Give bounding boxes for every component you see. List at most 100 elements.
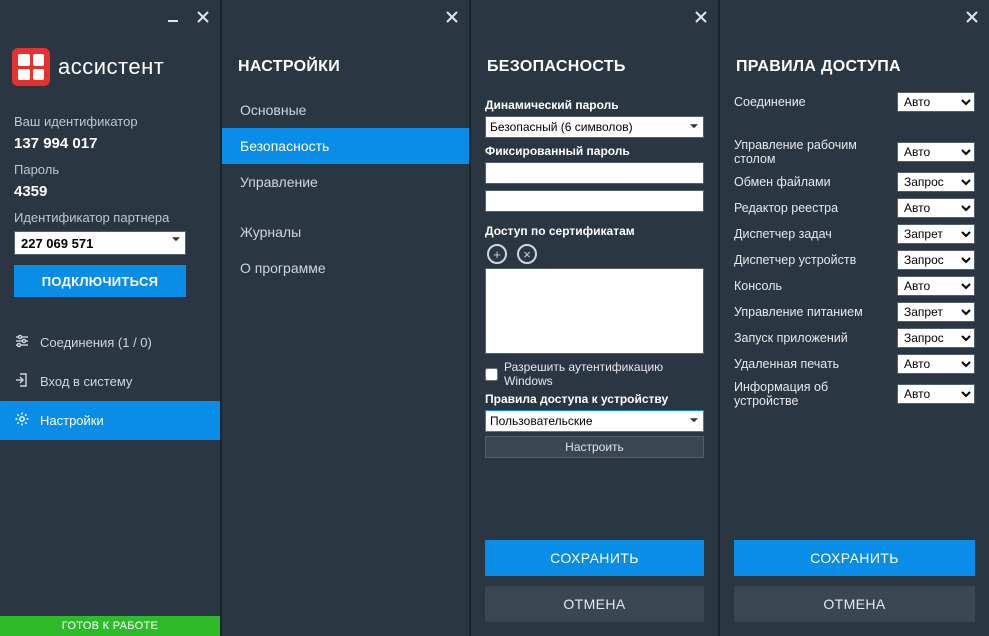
rule-select[interactable]: АвтоЗапросЗапрет (897, 354, 975, 374)
menu-item-label: Вход в систему (40, 374, 132, 389)
rule-select[interactable]: АвтоЗапросЗапрет (897, 302, 975, 322)
remove-certificate-icon[interactable]: × (517, 244, 537, 264)
rule-label: Консоль (734, 279, 891, 293)
rules-actions: СОХРАНИТЬ ОТМЕНА (720, 540, 989, 636)
settings-title: НАСТРОЙКИ (222, 34, 469, 92)
save-button[interactable]: СОХРАНИТЬ (485, 540, 704, 576)
password-value: 4359 (14, 183, 206, 200)
menu-item-connections[interactable]: Соединения (1 / 0) (0, 323, 220, 362)
rules-list: Соединение АвтоЗапросЗапрет Управление р… (720, 92, 989, 540)
add-certificate-icon[interactable]: + (487, 244, 507, 264)
device-rules-select[interactable]: Пользовательские (485, 410, 704, 432)
gear-icon (14, 411, 30, 430)
main-panel: ассистент Ваш идентификатор 137 994 017 … (0, 0, 220, 636)
rule-label: Редактор реестра (734, 201, 891, 215)
settings-item-logs[interactable]: Журналы (222, 214, 469, 250)
certificates-label: Доступ по сертификатам (485, 224, 704, 238)
connect-button[interactable]: ПОДКЛЮЧИТЬСЯ (14, 265, 186, 297)
rule-select[interactable]: АвтоЗапросЗапрет (897, 224, 975, 244)
menu-item-label: Соединения (1 / 0) (40, 335, 152, 350)
rule-label: Управление питанием (734, 305, 891, 319)
main-info: Ваш идентификатор 137 994 017 Пароль 435… (0, 96, 220, 305)
rule-label: Обмен файлами (734, 175, 891, 189)
device-rules-label: Правила доступа к устройству (485, 392, 704, 406)
settings-item-about[interactable]: О программе (222, 250, 469, 286)
close-icon[interactable] (441, 6, 463, 28)
rule-row: Диспетчер устройств АвтоЗапросЗапрет (734, 250, 975, 270)
rule-label: Диспетчер устройств (734, 253, 891, 267)
rule-select[interactable]: АвтоЗапросЗапрет (897, 198, 975, 218)
main-titlebar (0, 0, 220, 34)
rule-select[interactable]: АвтоЗапросЗапрет (897, 142, 975, 162)
rule-row: Запуск приложений АвтоЗапросЗапрет (734, 328, 975, 348)
rule-select[interactable]: АвтоЗапросЗапрет (897, 92, 975, 112)
your-id-value: 137 994 017 (14, 135, 206, 152)
settings-titlebar (222, 0, 469, 34)
fixed-password-label: Фиксированный пароль (485, 144, 704, 158)
status-bar: ГОТОВ К РАБОТЕ (0, 616, 220, 636)
rule-label: Диспетчер задач (734, 227, 891, 241)
rule-select[interactable]: АвтоЗапросЗапрет (897, 276, 975, 296)
security-panel: БЕЗОПАСНОСТЬ Динамический пароль Безопас… (469, 0, 718, 636)
menu-item-settings[interactable]: Настройки (0, 401, 220, 440)
fixed-password-input-1[interactable] (485, 162, 704, 184)
sliders-icon (14, 333, 30, 352)
close-icon[interactable] (690, 6, 712, 28)
rule-label: Соединение (734, 95, 891, 109)
dynamic-password-label: Динамический пароль (485, 98, 704, 112)
close-icon[interactable] (961, 6, 983, 28)
settings-item-general[interactable]: Основные (222, 92, 469, 128)
rule-label: Запуск приложений (734, 331, 891, 345)
rule-select[interactable]: АвтоЗапросЗапрет (897, 328, 975, 348)
rule-select[interactable]: АвтоЗапросЗапрет (897, 172, 975, 192)
side-menu: Соединения (1 / 0) Вход в систему Настро… (0, 323, 220, 440)
windows-auth-checkbox[interactable] (485, 368, 498, 381)
your-id-label: Ваш идентификатор (14, 114, 206, 129)
windows-auth-label: Разрешить аутентификацию Windows (504, 360, 704, 388)
menu-item-label: Настройки (40, 413, 104, 428)
rule-select[interactable]: АвтоЗапросЗапрет (897, 384, 975, 404)
minimize-icon[interactable] (162, 6, 184, 28)
rule-label: Удаленная печать (734, 357, 891, 371)
settings-item-security[interactable]: Безопасность (222, 128, 469, 164)
rules-titlebar (720, 0, 989, 34)
save-button[interactable]: СОХРАНИТЬ (734, 540, 975, 576)
rule-row: Управление питанием АвтоЗапросЗапрет (734, 302, 975, 322)
cancel-button[interactable]: ОТМЕНА (485, 586, 704, 622)
configure-button[interactable]: Настроить (485, 436, 704, 458)
settings-item-control[interactable]: Управление (222, 164, 469, 200)
rule-row: Управление рабочим столом АвтоЗапросЗапр… (734, 138, 975, 166)
windows-auth-row[interactable]: Разрешить аутентификацию Windows (485, 360, 704, 388)
rule-row: Обмен файлами АвтоЗапросЗапрет (734, 172, 975, 192)
menu-item-login[interactable]: Вход в систему (0, 362, 220, 401)
security-form: Динамический пароль Безопасный (6 символ… (471, 92, 718, 540)
dynamic-password-select[interactable]: Безопасный (6 символов) (485, 116, 704, 138)
cancel-button[interactable]: ОТМЕНА (734, 586, 975, 622)
rules-panel: ПРАВИЛА ДОСТУПА Соединение АвтоЗапросЗап… (718, 0, 989, 636)
rule-row: Информация об устройстве АвтоЗапросЗапре… (734, 380, 975, 408)
rule-row: Удаленная печать АвтоЗапросЗапрет (734, 354, 975, 374)
settings-list: Основные Безопасность Управление Журналы… (222, 92, 469, 286)
login-icon (14, 372, 30, 391)
app-logo-icon (12, 48, 50, 86)
app-name: ассистент (58, 54, 164, 80)
rule-row: Диспетчер задач АвтоЗапросЗапрет (734, 224, 975, 244)
rule-label: Информация об устройстве (734, 380, 891, 408)
rule-row: Редактор реестра АвтоЗапросЗапрет (734, 198, 975, 218)
security-title: БЕЗОПАСНОСТЬ (471, 34, 718, 92)
password-label: Пароль (14, 162, 206, 177)
certificate-buttons: + × (487, 244, 704, 264)
partner-id-label: Идентификатор партнера (14, 210, 206, 225)
rule-select[interactable]: АвтоЗапросЗапрет (897, 250, 975, 270)
rule-row: Консоль АвтоЗапросЗапрет (734, 276, 975, 296)
partner-id-input[interactable] (14, 231, 186, 255)
fixed-password-input-2[interactable] (485, 190, 704, 212)
rule-label: Управление рабочим столом (734, 138, 891, 166)
security-titlebar (471, 0, 718, 34)
security-actions: СОХРАНИТЬ ОТМЕНА (471, 540, 718, 636)
rules-title: ПРАВИЛА ДОСТУПА (720, 34, 989, 92)
close-icon[interactable] (192, 6, 214, 28)
app-logo-row: ассистент (0, 34, 220, 96)
status-text: ГОТОВ К РАБОТЕ (62, 620, 158, 632)
certificate-list[interactable] (485, 268, 704, 354)
